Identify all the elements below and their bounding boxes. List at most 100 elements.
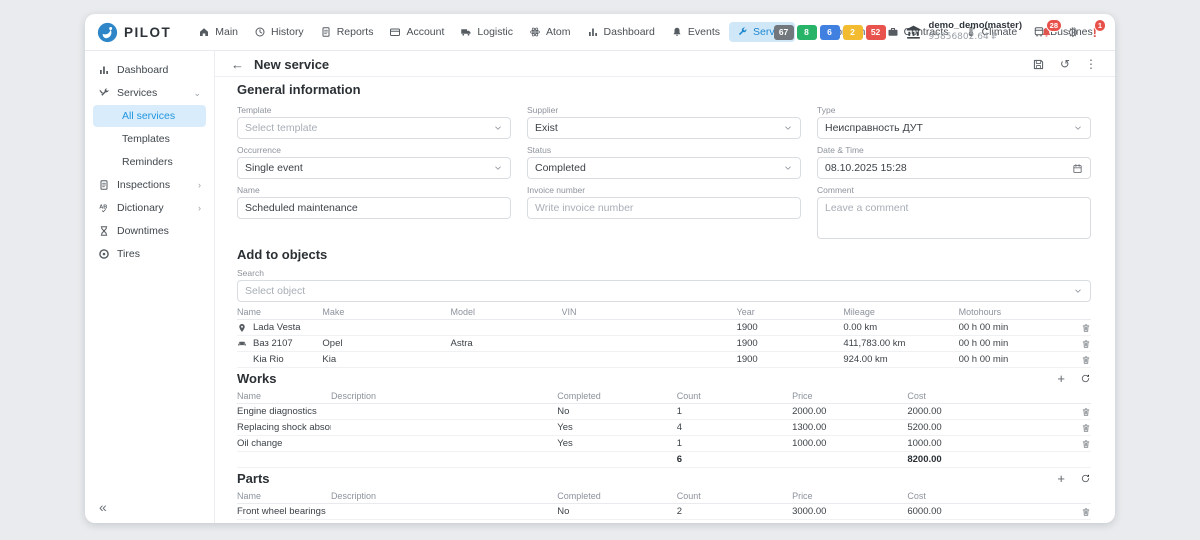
delete-row-icon[interactable] <box>1081 507 1091 517</box>
nav-item[interactable]: Dashboard <box>580 22 662 42</box>
object-table-row[interactable]: Kia Rio Kia 1900 924.00 km 00 h 00 min <box>237 352 1091 368</box>
work-cost: 5200.00 <box>907 422 1052 433</box>
delete-row-icon[interactable] <box>1081 323 1091 333</box>
supplier-select[interactable]: Exist <box>527 117 801 139</box>
nav-item-icon <box>460 26 472 38</box>
occurrence-select[interactable]: Single event <box>237 157 511 179</box>
status-counter-badge[interactable]: 2 <box>843 25 863 40</box>
delete-row-icon[interactable] <box>1081 407 1091 417</box>
part-price: 3000.00 <box>792 506 907 517</box>
status-counter-badge[interactable]: 6 <box>820 25 840 40</box>
sidebar-item-services[interactable]: Services ⌄ <box>93 82 206 104</box>
status-counter-badge[interactable]: 67 <box>774 25 794 40</box>
sidebar-collapse-button[interactable]: « <box>99 499 107 515</box>
back-button[interactable]: ← <box>231 57 244 72</box>
work-table-row[interactable]: Oil change Yes 1 1000.00 1000.00 <box>237 436 1091 452</box>
general-form: Template Select template Supplier Exist <box>237 105 1091 239</box>
datetime-input[interactable]: 08.10.2025 15:28 <box>817 157 1091 179</box>
invoice-input[interactable]: Write invoice number <box>527 197 801 219</box>
status-counters: 67 8 6 2 52 <box>774 25 886 40</box>
undo-icon[interactable]: ↺ <box>1060 58 1070 70</box>
work-table-row[interactable]: Engine diagnostics No 1 2000.00 2000.00 <box>237 404 1091 420</box>
add-work-icon[interactable]: + <box>1057 372 1065 385</box>
nav-item[interactable]: Logistic <box>453 22 520 42</box>
sidebar-item-tires[interactable]: Tires <box>93 243 206 265</box>
delete-row-icon[interactable] <box>1081 339 1091 349</box>
brand[interactable]: PILOT <box>97 22 171 43</box>
delete-row-icon[interactable] <box>1081 423 1091 433</box>
sidebar-item-all-services[interactable]: All services <box>93 105 206 127</box>
object-search: Search Select object <box>237 268 1091 302</box>
nav-item-label: Reports <box>337 26 374 38</box>
dashboard-icon <box>98 64 110 76</box>
field-label: Type <box>817 105 1091 115</box>
template-select[interactable]: Select template <box>237 117 511 139</box>
object-table-row[interactable]: Ваз 2107 Opel Astra 1900 411,783.00 km 0… <box>237 336 1091 352</box>
save-icon[interactable] <box>1032 58 1045 71</box>
object-name-cell: Ваз 2107 <box>237 338 322 349</box>
work-table-row[interactable]: Replacing shock absorbers Yes 4 1300.00 … <box>237 420 1091 436</box>
delete-row-icon[interactable] <box>1081 355 1091 365</box>
column-header: Description <box>331 391 557 401</box>
part-name: Rear brake pads <box>237 522 331 523</box>
name-field: Name Scheduled maintenance <box>237 185 511 219</box>
field-label: Occurrence <box>237 145 511 155</box>
column-header: Cost <box>907 391 1052 401</box>
nav-item-icon <box>587 26 599 38</box>
sidebar-item-inspections[interactable]: Inspections › <box>93 174 206 196</box>
main-panel: ← New service ↺ ⋮ General information Te… <box>215 51 1115 523</box>
chevron-down-icon: ⌄ <box>193 88 201 99</box>
nav-item-label: Account <box>406 26 444 38</box>
part-table-row[interactable]: Front wheel bearings No 2 3000.00 6000.0… <box>237 504 1091 520</box>
nav-item-label: Logistic <box>477 26 513 38</box>
status-counter-badge[interactable]: 52 <box>866 25 886 40</box>
part-table-row[interactable]: Rear brake pads Yes 1 1450.00 1450.00 <box>237 520 1091 523</box>
type-select[interactable]: Неисправность ДУТ <box>817 117 1091 139</box>
object-table-row[interactable]: Lada Vesta 1900 0.00 km 00 h 00 min <box>237 320 1091 336</box>
field-label: Comment <box>817 185 1091 195</box>
nav-item[interactable]: Account <box>382 22 451 42</box>
nav-item[interactable]: Events <box>664 22 727 42</box>
sidebar-item-dictionary[interactable]: Dictionary › <box>93 197 206 219</box>
page-content: General information Template Select temp… <box>215 77 1115 523</box>
user-account[interactable]: demo_demo(master) 95856802.64 ₽ <box>904 21 1022 42</box>
status-counter-badge[interactable]: 8 <box>797 25 817 40</box>
object-mileage: 0.00 km <box>843 322 958 333</box>
work-completed: No <box>557 406 677 417</box>
work-count: 1 <box>677 406 792 417</box>
status-select[interactable]: Completed <box>527 157 801 179</box>
object-search-select[interactable]: Select object <box>237 280 1091 302</box>
refresh-icon[interactable] <box>1080 373 1091 384</box>
refresh-icon[interactable] <box>1080 473 1091 484</box>
sidebar-item-downtimes[interactable]: Downtimes <box>93 220 206 242</box>
sidebar-item-templates[interactable]: Templates <box>93 128 206 150</box>
chevron-down-icon <box>1073 286 1083 296</box>
add-part-icon[interactable]: + <box>1057 472 1065 485</box>
nav-item[interactable]: History <box>247 22 311 42</box>
more-options-icon[interactable]: ⋮ <box>1085 58 1097 70</box>
warnings-button[interactable]: ! 1 <box>1093 26 1097 39</box>
sidebar-item-reminders[interactable]: Reminders <box>93 151 206 173</box>
notifications-button[interactable]: 28 <box>1040 26 1053 39</box>
app-window: PILOT Main History Reports <box>85 14 1115 523</box>
nav-item[interactable]: Reports <box>313 22 381 42</box>
column-header: Name <box>237 307 322 317</box>
delete-row-icon[interactable] <box>1081 439 1091 449</box>
nav-item[interactable]: Atom <box>522 22 578 42</box>
name-input[interactable]: Scheduled maintenance <box>237 197 511 219</box>
work-name: Replacing shock absorbers <box>237 422 331 433</box>
sidebar-item-label: Tires <box>117 248 140 260</box>
sidebar-item-dashboard[interactable]: Dashboard <box>93 59 206 81</box>
part-count: 2 <box>677 506 792 517</box>
nav-item[interactable]: Main <box>191 22 245 42</box>
works-total-cost: 8200.00 <box>907 454 1052 465</box>
comment-textarea[interactable]: Leave a comment <box>817 197 1091 239</box>
parts-table-header: Name Description Completed Count Price C… <box>237 489 1091 504</box>
settings-button[interactable]: ⚙ <box>1067 26 1079 39</box>
parts-section-header: Parts + <box>237 471 1091 486</box>
warnings-badge: 1 <box>1094 19 1106 33</box>
delete-row-icon[interactable] <box>1081 523 1091 524</box>
dictionary-icon <box>98 202 110 214</box>
work-count: 4 <box>677 422 792 433</box>
select-value: Exist <box>535 122 777 134</box>
